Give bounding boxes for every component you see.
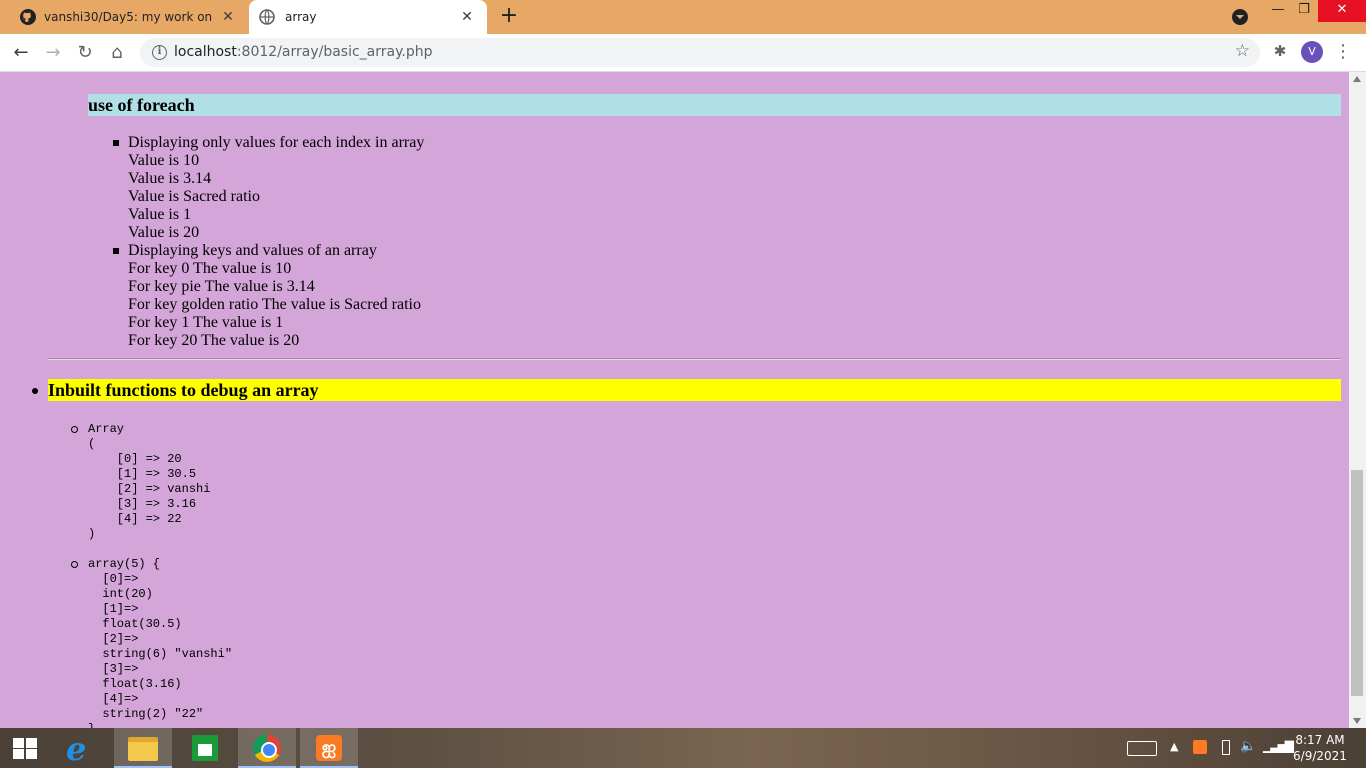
chrome-taskbar-button[interactable] bbox=[238, 728, 296, 768]
back-button[interactable]: ← bbox=[8, 40, 34, 66]
tab-github[interactable]: vanshi30/Day5: my work on day ✕ bbox=[8, 0, 248, 34]
var-dump-output: array(5) { [0]=> int(20) [1]=> float(30.… bbox=[88, 557, 233, 728]
tab-search-icon[interactable] bbox=[1232, 9, 1248, 25]
file-explorer-taskbar-button[interactable] bbox=[114, 728, 172, 768]
list-item-title: Displaying keys and values of an array bbox=[128, 242, 377, 259]
battery-icon[interactable] bbox=[1222, 740, 1230, 755]
tab-array[interactable]: array ✕ bbox=[249, 0, 487, 34]
clock-time: 8:17 AM bbox=[1295, 733, 1345, 747]
list-item: For key pie The value is 3.14 bbox=[128, 278, 315, 295]
list-item: Value is 3.14 bbox=[128, 170, 212, 187]
internet-explorer-icon: e bbox=[66, 730, 87, 768]
store-taskbar-button[interactable] bbox=[176, 728, 234, 768]
chrome-icon bbox=[253, 734, 281, 762]
profile-avatar[interactable]: V bbox=[1301, 41, 1323, 63]
keys-values-list: Displaying keys and values of an array F… bbox=[113, 242, 421, 350]
new-tab-button[interactable]: + bbox=[497, 5, 521, 29]
window-close-button[interactable]: ✕ bbox=[1318, 0, 1366, 22]
windows-taskbar: e ஐ ▲ 🔈 ▁▃▅▇ 8:17 AM 6/9/2021 bbox=[0, 728, 1366, 768]
clock-date: 6/9/2021 bbox=[1293, 749, 1347, 763]
circle-bullet bbox=[71, 426, 78, 433]
home-button[interactable]: ⌂ bbox=[104, 40, 130, 66]
list-item: For key golden ratio The value is Sacred… bbox=[128, 296, 421, 313]
list-item: For key 20 The value is 20 bbox=[128, 332, 300, 349]
xampp-icon: ஐ bbox=[316, 735, 342, 761]
kebab-menu-icon[interactable]: ⋮ bbox=[1334, 40, 1352, 64]
xampp-tray-icon[interactable] bbox=[1193, 740, 1207, 754]
tab-title: array bbox=[285, 10, 317, 24]
url-text[interactable]: localhost:8012/array/basic_array.php bbox=[174, 44, 433, 60]
list-item: For key 1 The value is 1 bbox=[128, 314, 284, 331]
globe-icon bbox=[259, 9, 275, 25]
restore-button[interactable]: ❐ bbox=[1288, 0, 1320, 22]
url-host: localhost bbox=[174, 44, 237, 60]
extensions-puzzle-icon[interactable]: ✱ bbox=[1270, 42, 1290, 62]
foreach-heading: use of foreach bbox=[88, 94, 1341, 116]
show-hidden-icons-chevron-icon[interactable]: ▲ bbox=[1170, 740, 1178, 768]
store-icon bbox=[192, 735, 218, 761]
list-item: Value is 20 bbox=[128, 224, 200, 241]
debug-heading: Inbuilt functions to debug an array bbox=[48, 379, 1341, 401]
github-icon bbox=[20, 9, 36, 25]
close-icon[interactable]: ✕ bbox=[220, 9, 236, 25]
list-item: Value is 10 bbox=[128, 152, 200, 169]
info-icon[interactable]: i bbox=[152, 45, 167, 60]
browser-tabstrip: vanshi30/Day5: my work on day ✕ array ✕ … bbox=[0, 0, 1366, 34]
folder-icon bbox=[128, 737, 158, 761]
list-item: For key 0 The value is 10 bbox=[128, 260, 292, 277]
xampp-taskbar-button[interactable]: ஐ bbox=[300, 728, 358, 768]
square-bullet bbox=[113, 140, 119, 146]
square-bullet bbox=[113, 248, 119, 254]
address-bar[interactable]: i localhost:8012/array/basic_array.php ☆ bbox=[140, 38, 1260, 67]
values-list: Displaying only values for each index in… bbox=[113, 134, 425, 242]
tab-title: vanshi30/Day5: my work on day bbox=[44, 10, 214, 24]
list-item: Value is 1 bbox=[128, 206, 192, 223]
horizontal-rule bbox=[48, 358, 1341, 360]
volume-icon[interactable]: 🔈 bbox=[1240, 739, 1256, 768]
forward-button[interactable]: → bbox=[40, 40, 66, 66]
reload-button[interactable]: ↻ bbox=[72, 40, 98, 66]
scroll-up-arrow-icon[interactable] bbox=[1353, 76, 1361, 82]
keyboard-icon[interactable] bbox=[1127, 741, 1157, 756]
scroll-down-arrow-icon[interactable] bbox=[1353, 718, 1361, 724]
page-scrollbar[interactable] bbox=[1349, 72, 1366, 728]
url-path: :8012/array/basic_array.php bbox=[236, 44, 433, 60]
browser-toolbar: ← → ↻ ⌂ i localhost:8012/array/basic_arr… bbox=[0, 34, 1366, 72]
list-item-title: Displaying only values for each index in… bbox=[128, 134, 425, 151]
bookmark-star-icon[interactable]: ☆ bbox=[1235, 41, 1250, 61]
page-viewport: use of foreach Displaying only values fo… bbox=[0, 72, 1349, 728]
print-r-output: Array ( [0] => 20 [1] => 30.5 [2] => van… bbox=[88, 422, 211, 541]
circle-bullet bbox=[71, 561, 78, 568]
windows-logo-icon bbox=[13, 738, 37, 759]
network-icon[interactable]: ▁▃▅▇ bbox=[1263, 739, 1294, 768]
disc-bullet bbox=[32, 388, 38, 394]
close-icon[interactable]: ✕ bbox=[459, 9, 475, 25]
list-item: Value is Sacred ratio bbox=[128, 188, 260, 205]
taskbar-clock[interactable]: 8:17 AM 6/9/2021 bbox=[1290, 732, 1350, 764]
start-button[interactable] bbox=[0, 728, 50, 768]
scrollbar-thumb[interactable] bbox=[1351, 470, 1363, 696]
internet-explorer-taskbar-button[interactable]: e bbox=[52, 728, 110, 768]
